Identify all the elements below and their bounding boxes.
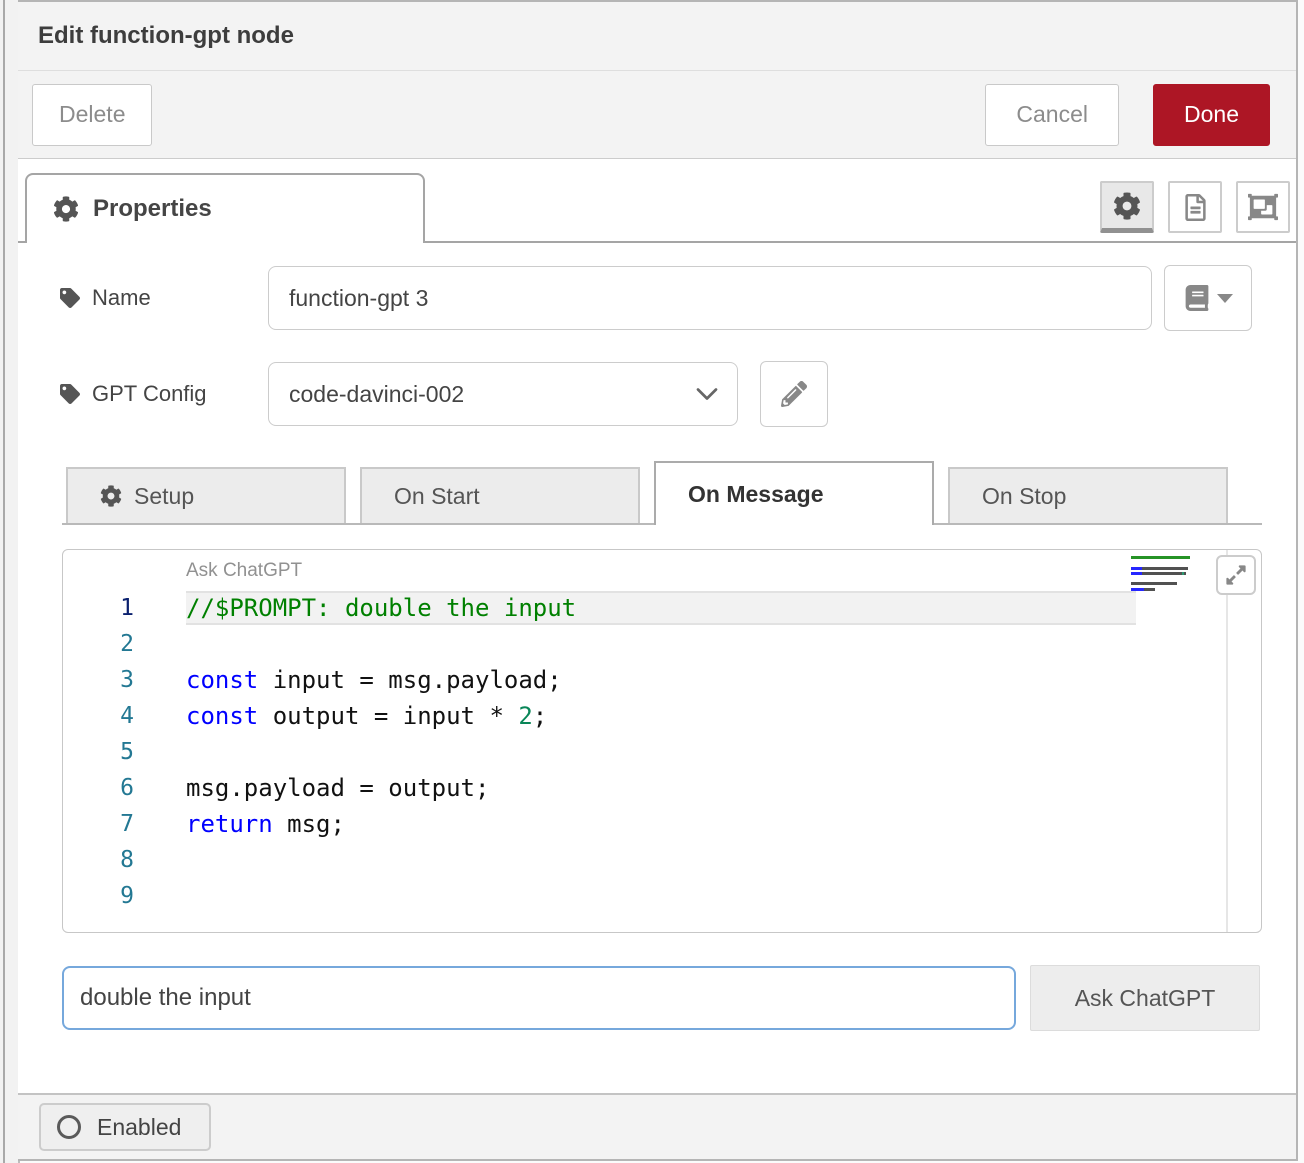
minimap-line	[1131, 567, 1226, 570]
gpt-config-label: GPT Config	[60, 381, 268, 407]
dialog-title: Edit function-gpt node	[38, 22, 294, 50]
expand-editor-button[interactable]	[1216, 555, 1256, 595]
codelens-ask-chatgpt[interactable]: Ask ChatGPT	[186, 560, 302, 582]
gear-icon	[100, 485, 122, 507]
caret-down-icon	[1217, 294, 1233, 303]
name-form-row: Name	[60, 265, 1296, 331]
prompt-row: Ask ChatGPT	[62, 965, 1296, 1031]
tab-label: Setup	[134, 483, 194, 510]
tag-icon	[60, 384, 80, 404]
line-number: 7	[63, 811, 134, 837]
chevron-down-icon	[695, 382, 719, 406]
tab-label: On Message	[688, 481, 824, 508]
ask-chatgpt-button[interactable]: Ask ChatGPT	[1030, 965, 1260, 1031]
line-number: 6	[63, 775, 134, 801]
tag-icon	[60, 288, 80, 308]
editor-overview-ruler	[1226, 550, 1228, 932]
delete-button[interactable]: Delete	[32, 84, 152, 146]
doc-icon	[1182, 194, 1209, 221]
code-line-9[interactable]: 9	[63, 878, 1261, 914]
dialog-content: Name GPT Config code-davinci-002 Setup	[18, 243, 1296, 1093]
cancel-button[interactable]: Cancel	[985, 84, 1119, 146]
line-number: 1	[63, 595, 134, 621]
code-line-1[interactable]: 1//$PROMPT: double the input	[63, 590, 1261, 626]
gpt-config-form-row: GPT Config code-davinci-002	[60, 361, 1296, 427]
line-number: 4	[63, 703, 134, 729]
name-label-text: Name	[92, 285, 151, 311]
workspace-edge	[0, 0, 20, 1163]
code-editor[interactable]: Ask ChatGPT 1//$PROMPT: double the input…	[62, 549, 1262, 933]
node-properties-button[interactable]	[1100, 181, 1154, 233]
minimap-line	[1131, 588, 1226, 591]
enabled-toggle-button[interactable]: Enabled	[39, 1103, 211, 1151]
minimap-line	[1131, 582, 1226, 585]
line-number: 5	[63, 739, 134, 765]
properties-tab-row: Properties	[18, 159, 1296, 243]
pencil-icon	[781, 381, 807, 407]
minimap-line	[1131, 556, 1226, 559]
code-lines: 1//$PROMPT: double the input23const inpu…	[63, 590, 1261, 914]
circle-icon	[57, 1115, 81, 1139]
editor-view-buttons	[1100, 181, 1290, 233]
code-line-2[interactable]: 2	[63, 626, 1261, 662]
line-number: 9	[63, 883, 134, 909]
line-number: 8	[63, 847, 134, 873]
minimap[interactable]	[1131, 556, 1226, 593]
tab-on-stop[interactable]: On Stop	[948, 467, 1228, 523]
tab-setup[interactable]: Setup	[66, 467, 346, 523]
name-label: Name	[60, 285, 268, 311]
edit-node-dialog: Edit function-gpt node Delete Cancel Don…	[18, 0, 1298, 1161]
code-line-3[interactable]: 3const input = msg.payload;	[63, 662, 1261, 698]
dialog-footer: Enabled	[18, 1093, 1296, 1159]
name-input[interactable]	[268, 266, 1152, 330]
group-icon	[1248, 192, 1278, 222]
prompt-input[interactable]	[62, 966, 1016, 1030]
minimap-line	[1131, 572, 1226, 575]
dialog-button-bar: Delete Cancel Done	[18, 71, 1296, 159]
code-text: return msg;	[134, 810, 345, 838]
tab-properties[interactable]: Properties	[25, 173, 425, 243]
code-text: const input = msg.payload;	[134, 666, 562, 694]
tab-label: On Stop	[982, 483, 1066, 510]
function-tabs: Setup On Start On Message On Stop	[62, 461, 1262, 525]
node-description-button[interactable]	[1168, 181, 1222, 233]
code-line-8[interactable]: 8	[63, 842, 1261, 878]
code-text: const output = input * 2;	[134, 702, 547, 730]
gpt-config-select[interactable]: code-davinci-002	[268, 362, 738, 426]
enabled-label: Enabled	[97, 1114, 181, 1141]
name-type-button[interactable]	[1164, 265, 1252, 331]
book-icon	[1184, 285, 1210, 311]
properties-tab-label: Properties	[93, 195, 212, 223]
gpt-config-label-text: GPT Config	[92, 381, 207, 407]
expand-icon	[1225, 564, 1247, 586]
code-text: msg.payload = output;	[134, 774, 489, 802]
gear-icon	[1113, 192, 1141, 220]
line-number: 3	[63, 667, 134, 693]
tab-on-start[interactable]: On Start	[360, 467, 640, 523]
line-number: 2	[63, 631, 134, 657]
code-line-4[interactable]: 4const output = input * 2;	[63, 698, 1261, 734]
tab-label: On Start	[394, 483, 480, 510]
gear-icon	[53, 196, 79, 222]
dialog-header: Edit function-gpt node	[18, 2, 1296, 71]
code-line-5[interactable]: 5	[63, 734, 1261, 770]
workspace-edge-line	[3, 0, 5, 1163]
code-text: //$PROMPT: double the input	[134, 594, 576, 622]
gpt-config-selected-value: code-davinci-002	[289, 381, 695, 408]
done-button[interactable]: Done	[1153, 84, 1270, 146]
minimap-line	[1131, 577, 1226, 580]
minimap-line	[1131, 561, 1226, 564]
tab-on-message[interactable]: On Message	[654, 461, 934, 525]
node-appearance-button[interactable]	[1236, 181, 1290, 233]
code-line-6[interactable]: 6msg.payload = output;	[63, 770, 1261, 806]
edit-gpt-config-button[interactable]	[760, 361, 828, 427]
code-line-7[interactable]: 7return msg;	[63, 806, 1261, 842]
